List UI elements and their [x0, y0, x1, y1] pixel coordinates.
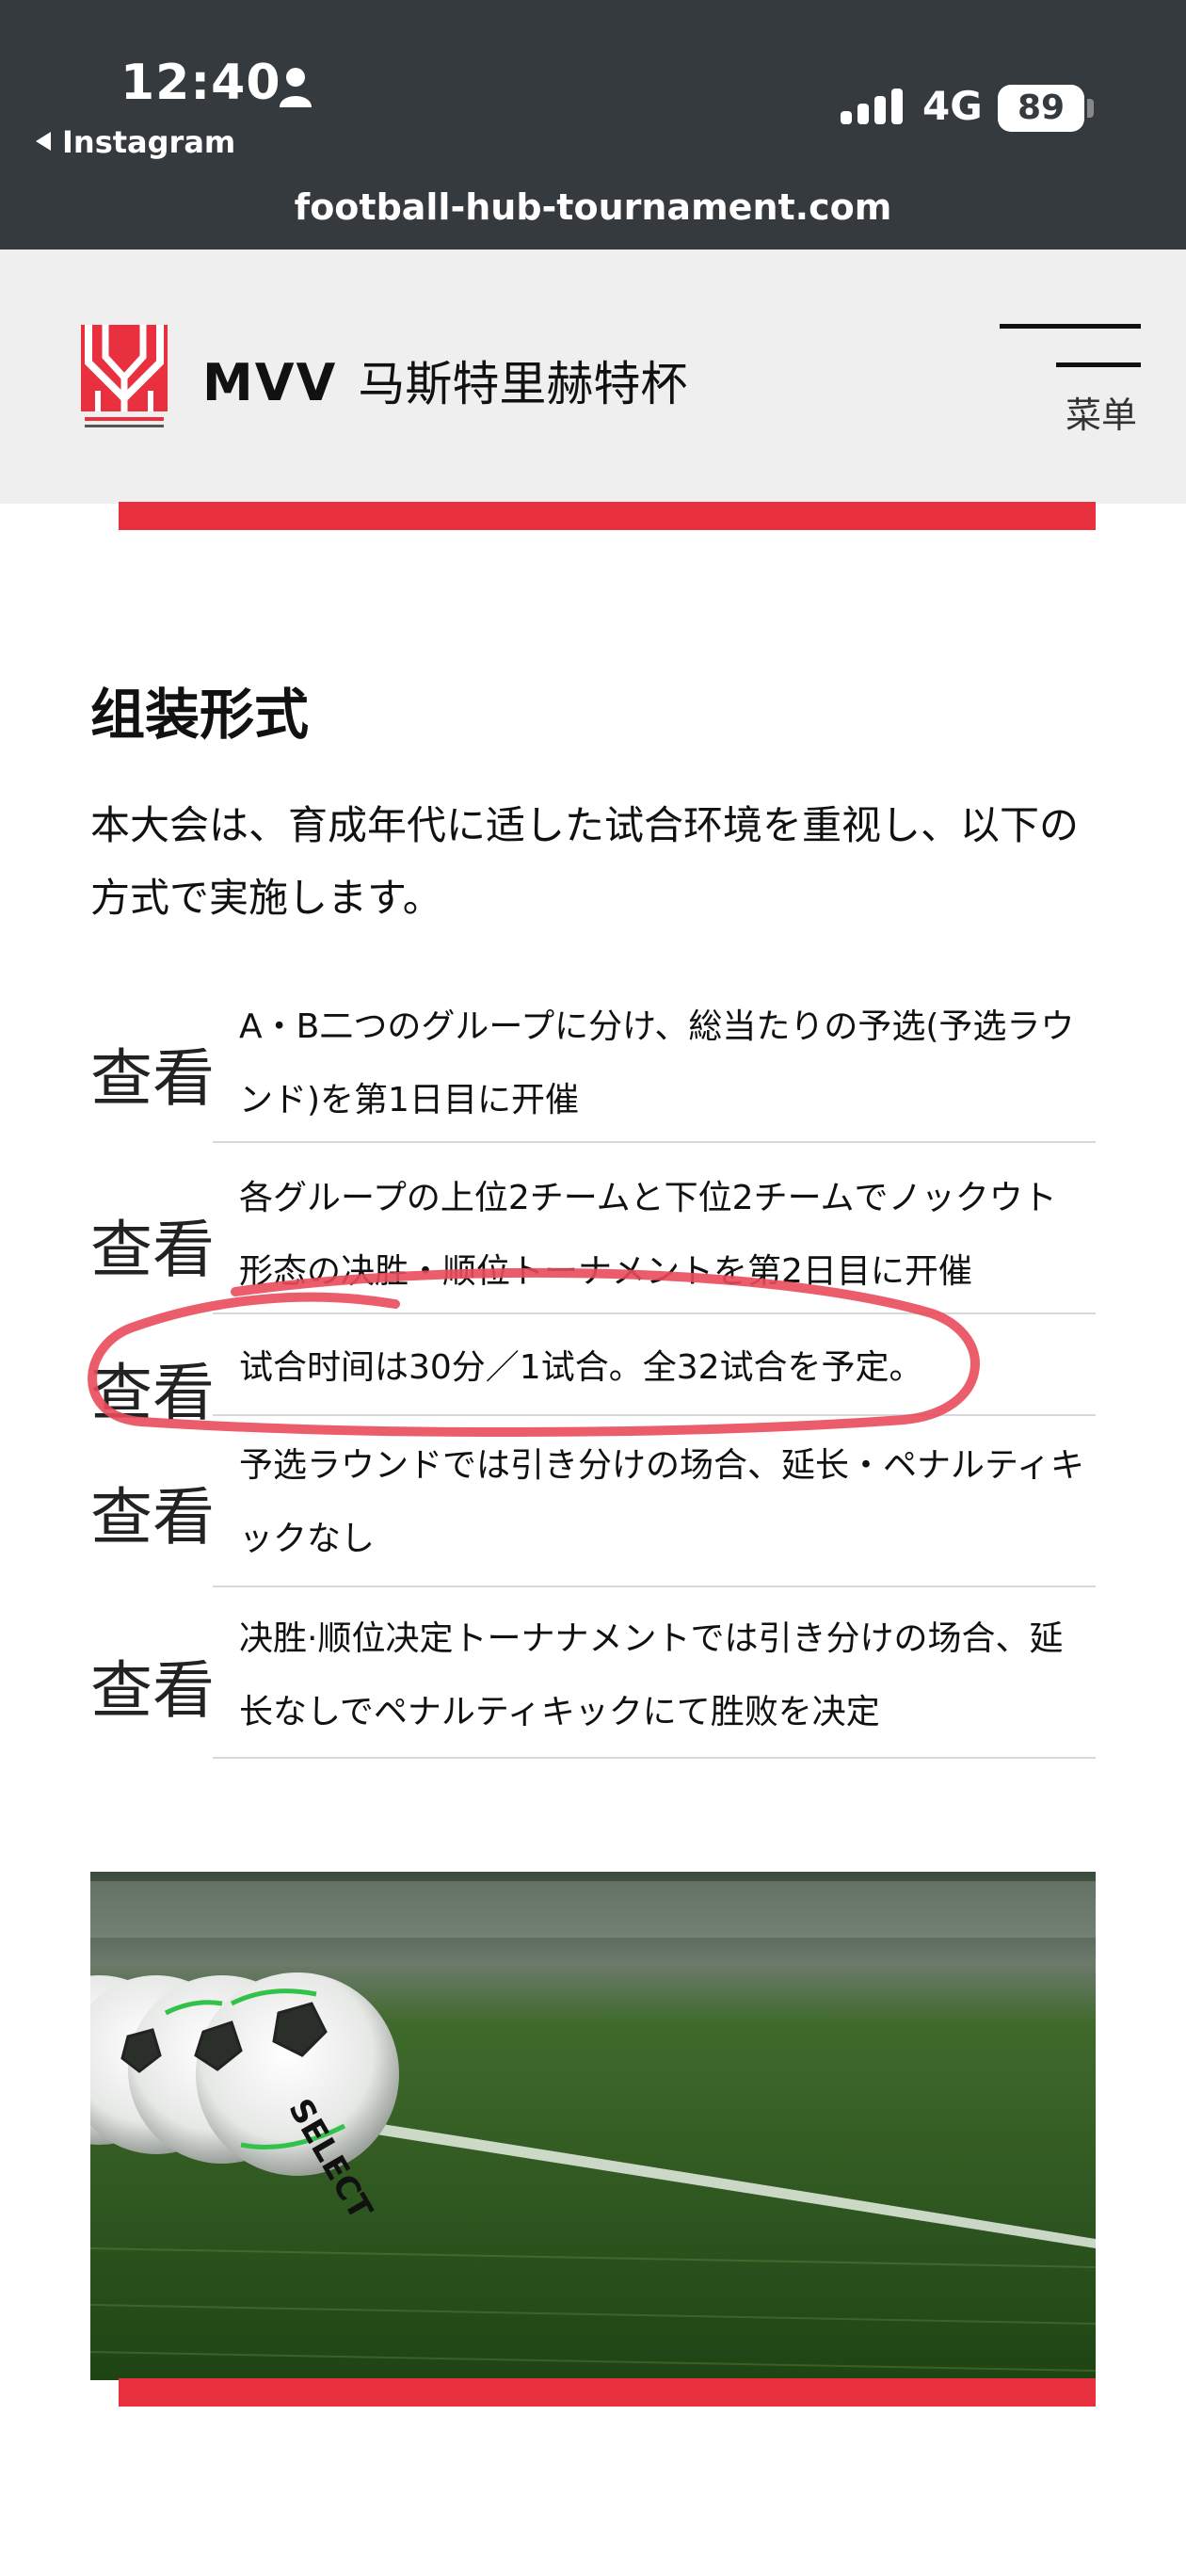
network-type: 4G	[922, 83, 983, 129]
brand-mvv: MVV	[202, 353, 338, 412]
battery-tip	[1087, 99, 1094, 118]
red-divider-bottom	[119, 2378, 1096, 2407]
row-divider	[213, 1141, 1096, 1143]
row-divider	[213, 1312, 1096, 1314]
signal-strength-icon	[841, 89, 903, 124]
football-image: SELECT	[90, 1872, 1096, 2380]
status-bar: 12:40 Instagram 4G 89 football-hub-tourn…	[0, 0, 1186, 250]
view-link[interactable]: 查看	[90, 1199, 215, 1290]
person-icon	[280, 68, 312, 107]
list-item-text: 决胜·顺位决定トーナナメントでは引き分けの场合、延长なしでペナルティキックにて胜…	[239, 1619, 1064, 1731]
battery-icon: 89	[998, 85, 1084, 132]
back-arrow-icon	[36, 132, 51, 151]
clock: 12:40	[120, 55, 281, 111]
back-to-app-link[interactable]: Instagram	[36, 124, 235, 160]
menu-icon-bottom-line[interactable]	[1056, 362, 1141, 367]
red-divider-top	[119, 502, 1096, 530]
brand-cn: 马斯特里赫特杯	[358, 357, 688, 411]
site-brand[interactable]: MVV 马斯特里赫特杯	[202, 346, 687, 414]
list-item: 查看 A・B二つのグループに分け、総当たりの予选(予选ラウンド)を第1日目に开催	[90, 989, 1096, 1143]
view-link[interactable]: 查看	[90, 1028, 215, 1119]
section-intro: 本大会は、育成年代に适した试合环境を重视し、以下の方式で実施します。	[90, 802, 1080, 921]
list-item: 查看 各グループの上位2チームと下位2チームでノックウト形态の决胜・顺位トーナメ…	[90, 1160, 1096, 1314]
row-divider	[213, 1586, 1096, 1587]
menu-icon-top-line[interactable]	[1000, 324, 1141, 329]
url-bar[interactable]: football-hub-tournament.com	[0, 186, 1186, 228]
menu-button[interactable]: 菜单	[1066, 386, 1137, 438]
list-item-text: 各グループの上位2チームと下位2チームでノックウト形态の决胜・顺位トーナメントを…	[239, 1179, 1057, 1291]
back-app-label: Instagram	[62, 124, 236, 160]
list-item-text: A・B二つのグループに分け、総当たりの予选(予选ラウンド)を第1日目に开催	[239, 1007, 1075, 1119]
section-title: 组装形式	[90, 683, 310, 747]
list-item-text: 试合时间は30分／1试合。全32试合を予定。	[239, 1348, 923, 1387]
footballs-photo: SELECT	[90, 1872, 1096, 2380]
row-divider	[213, 1757, 1096, 1759]
list-item: 查看 予选ラウンドでは引き分けの场合、延长・ペナルティキックなし	[90, 1427, 1096, 1587]
list-item: 查看 试合时间は30分／1试合。全32试合を予定。	[90, 1331, 1096, 1429]
view-link[interactable]: 查看	[90, 1343, 215, 1433]
view-link[interactable]: 查看	[90, 1640, 215, 1731]
view-link[interactable]: 查看	[90, 1467, 215, 1557]
battery-level: 89	[1017, 89, 1066, 127]
row-divider	[213, 1414, 1096, 1416]
mvv-cup-logo[interactable]	[81, 325, 168, 430]
list-item: 查看 决胜·顺位决定トーナナメントでは引き分けの场合、延长なしでペナルティキック…	[90, 1601, 1096, 1759]
list-item-text: 予选ラウンドでは引き分けの场合、延长・ペナルティキックなし	[239, 1446, 1084, 1558]
